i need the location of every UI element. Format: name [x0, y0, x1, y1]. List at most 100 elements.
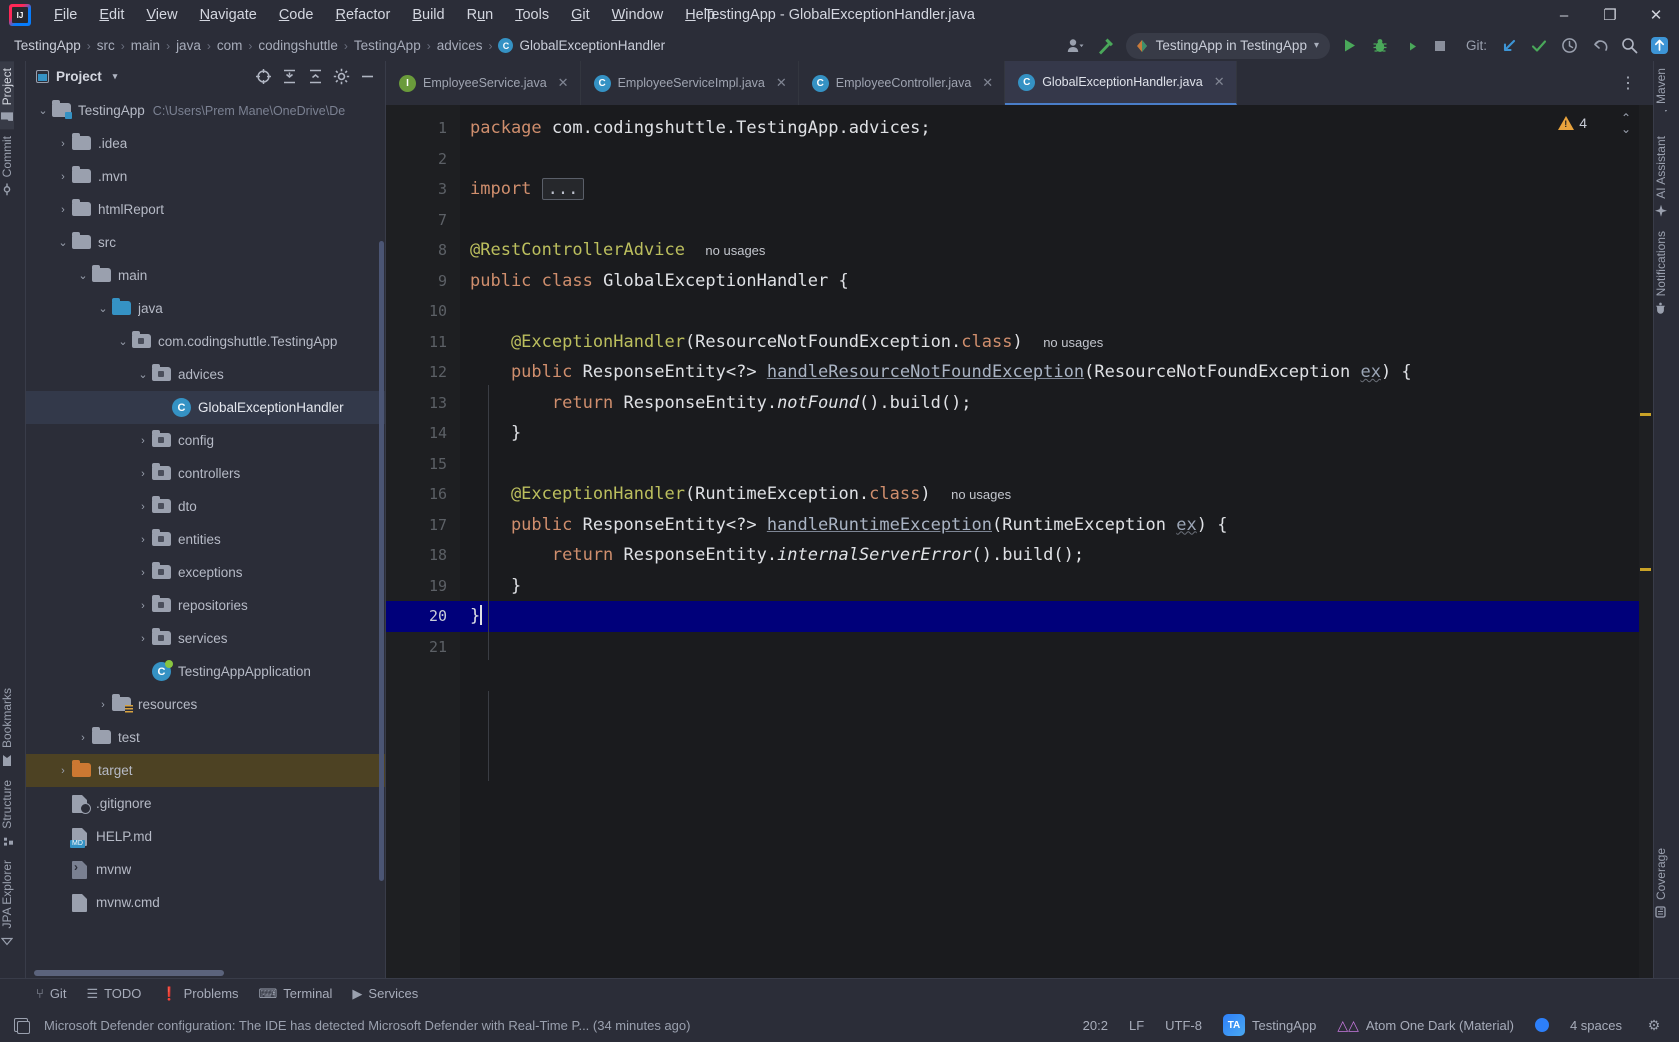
line-number-20[interactable]: 20 — [386, 601, 460, 632]
breadcrumb-item-src[interactable]: src — [93, 36, 119, 55]
tree-node-com-codingshuttle-testingapp[interactable]: ⌄ com.codingshuttle.TestingApp — [26, 325, 385, 358]
menu-build[interactable]: Build — [401, 3, 455, 27]
tree-node-mvnw[interactable]: › mvnw — [26, 853, 385, 886]
code-line-21[interactable] — [460, 632, 1653, 663]
chevron-right-icon[interactable]: › — [54, 171, 72, 183]
rollback-icon[interactable] — [1585, 33, 1613, 59]
rail-coverage[interactable]: Coverage — [1654, 841, 1668, 925]
menu-help[interactable]: Help — [674, 3, 726, 27]
menu-file[interactable]: File — [43, 3, 88, 27]
editor-tab-employeeserviceimpl[interactable]: C EmployeeServiceImpl.java ✕ — [581, 61, 799, 105]
settings-gear-icon[interactable] — [330, 65, 353, 88]
line-separator[interactable]: LF — [1129, 1018, 1144, 1033]
editor-tab-employeeservice[interactable]: I EmployeeService.java ✕ — [386, 61, 581, 105]
tree-node-config[interactable]: › config — [26, 424, 385, 457]
rail-notifications[interactable]: Notifications — [1654, 224, 1668, 321]
breadcrumb-item-testingapp[interactable]: TestingApp — [10, 36, 85, 55]
project-tree-hscrollbar[interactable] — [34, 970, 224, 976]
stop-icon[interactable] — [1426, 33, 1454, 59]
breadcrumb-item-current[interactable]: C GlobalExceptionHandler — [494, 36, 669, 55]
collapse-all-icon[interactable] — [304, 65, 327, 88]
updates-arrow-icon[interactable] — [1645, 33, 1673, 59]
breadcrumb-item-advices[interactable]: advices — [433, 36, 487, 55]
tree-node-resources[interactable]: › resources — [26, 688, 385, 721]
tree-node-target[interactable]: › target — [26, 754, 385, 787]
menu-run[interactable]: Run — [456, 3, 505, 27]
chevron-down-icon[interactable]: ⌄ — [54, 236, 72, 249]
code-line-9[interactable]: public class GlobalExceptionHandler { — [460, 266, 1653, 297]
menu-edit[interactable]: Edit — [88, 3, 135, 27]
tree-node-testingappapplication[interactable]: ›CTestingAppApplication — [26, 655, 385, 688]
code-line-15[interactable] — [460, 449, 1653, 480]
chevron-right-icon[interactable]: › — [134, 501, 152, 513]
menu-git[interactable]: Git — [560, 3, 601, 27]
run-configuration-selector[interactable]: TestingApp in TestingApp ▾ — [1125, 32, 1330, 59]
line-number-3[interactable]: 3+ — [386, 174, 474, 207]
code-line-19[interactable]: } — [460, 571, 1653, 602]
more-options-icon[interactable]: ⋮ — [1612, 73, 1645, 93]
chevron-right-icon[interactable]: › — [134, 534, 152, 546]
status-settings-icon[interactable]: ⚙ — [1643, 1014, 1665, 1036]
line-number-15[interactable]: 15 — [386, 449, 460, 480]
line-number-17[interactable]: 17 — [386, 510, 474, 543]
rail-structure[interactable]: Structure — [0, 773, 14, 853]
chevron-right-icon[interactable]: › — [134, 600, 152, 612]
chevron-down-icon[interactable]: ⌄ — [114, 335, 132, 348]
line-number-gutter[interactable]: 123+789101112131415161718192021 — [386, 105, 474, 978]
line-number-10[interactable]: 10 — [386, 296, 460, 327]
tree-node--gitignore[interactable]: ›.gitignore — [26, 787, 385, 820]
tree-node-mvnw-cmd[interactable]: ›mvnw.cmd — [26, 886, 385, 919]
tree-node-src[interactable]: ⌄ src — [26, 226, 385, 259]
tree-node-test[interactable]: › test — [26, 721, 385, 754]
editor-tab-globalexceptionhandler[interactable]: C GlobalExceptionHandler.java ✕ — [1005, 61, 1237, 105]
code-line-8[interactable]: @RestControllerAdvice no usages — [460, 235, 1653, 266]
tree-node-help-md[interactable]: ›HELP.md — [26, 820, 385, 853]
problem-nav[interactable]: ⌃ ⌄ — [1621, 112, 1631, 135]
code-line-18[interactable]: return ResponseEntity.internalServerErro… — [460, 540, 1653, 571]
breadcrumb-item-com[interactable]: com — [213, 36, 247, 55]
line-number-14[interactable]: 14 — [386, 418, 474, 457]
code-line-1[interactable]: package com.codingshuttle.TestingApp.adv… — [460, 113, 1653, 144]
rail-jpa-explorer[interactable]: JPA Explorer — [0, 853, 14, 953]
close-icon[interactable]: ✕ — [1214, 74, 1225, 90]
menu-navigate[interactable]: Navigate — [189, 3, 268, 27]
tree-node-htmlreport[interactable]: › htmlReport — [26, 193, 385, 226]
update-project-icon[interactable] — [1495, 33, 1523, 59]
chevron-right-icon[interactable]: › — [134, 435, 152, 447]
hide-panel-icon[interactable] — [356, 65, 379, 88]
close-icon[interactable]: ✕ — [776, 75, 787, 91]
line-number-7[interactable]: 7 — [386, 205, 460, 236]
tree-node-java[interactable]: ⌄ java — [26, 292, 385, 325]
code-line-17[interactable]: public ResponseEntity<?> handleRuntimeEx… — [460, 510, 1653, 541]
bottom-tool-problems[interactable]: ❗ Problems — [161, 986, 238, 1002]
menu-window[interactable]: Window — [601, 3, 675, 27]
next-problem-icon[interactable]: ⌄ — [1621, 123, 1631, 135]
chevron-right-icon[interactable]: › — [134, 468, 152, 480]
commit-checkmark-icon[interactable] — [1525, 33, 1553, 59]
user-icon[interactable] — [1062, 33, 1090, 59]
tree-node-testingapp[interactable]: ⌄ TestingApp C:\Users\Prem Mane\OneDrive\D… — [26, 94, 385, 127]
code-line-16[interactable]: @ExceptionHandler(RuntimeException.class… — [460, 479, 1653, 510]
breadcrumb-item-main[interactable]: main — [127, 36, 164, 55]
history-clock-icon[interactable] — [1555, 33, 1583, 59]
editor-tab-employeecontroller[interactable]: C EmployeeController.java ✕ — [799, 61, 1006, 105]
close-icon[interactable]: ✕ — [558, 75, 569, 91]
rail-project[interactable]: Project — [0, 61, 14, 130]
menu-code[interactable]: Code — [268, 3, 325, 27]
chevron-down-icon[interactable]: ⌄ — [134, 368, 152, 381]
line-number-8[interactable]: 8 — [386, 235, 460, 266]
status-message[interactable]: Microsoft Defender configuration: The ID… — [44, 1018, 690, 1033]
warning-marker[interactable] — [1640, 568, 1651, 571]
tree-node-controllers[interactable]: › controllers — [26, 457, 385, 490]
tree-node-main[interactable]: ⌄ main — [26, 259, 385, 292]
marker-gutter[interactable] — [1639, 105, 1653, 978]
line-number-2[interactable]: 2 — [386, 144, 460, 175]
chevron-right-icon[interactable]: › — [134, 567, 152, 579]
select-opened-file-icon[interactable] — [252, 65, 275, 88]
module-indicator[interactable]: TA TestingApp — [1222, 1014, 1316, 1036]
project-tree-scrollbar[interactable] — [379, 241, 384, 881]
chevron-right-icon[interactable]: › — [54, 765, 72, 777]
tree-node-repositories[interactable]: › repositories — [26, 589, 385, 622]
chevron-down-icon[interactable]: ⌄ — [74, 269, 92, 282]
code-line-11[interactable]: @ExceptionHandler(ResourceNotFoundExcept… — [460, 327, 1653, 358]
